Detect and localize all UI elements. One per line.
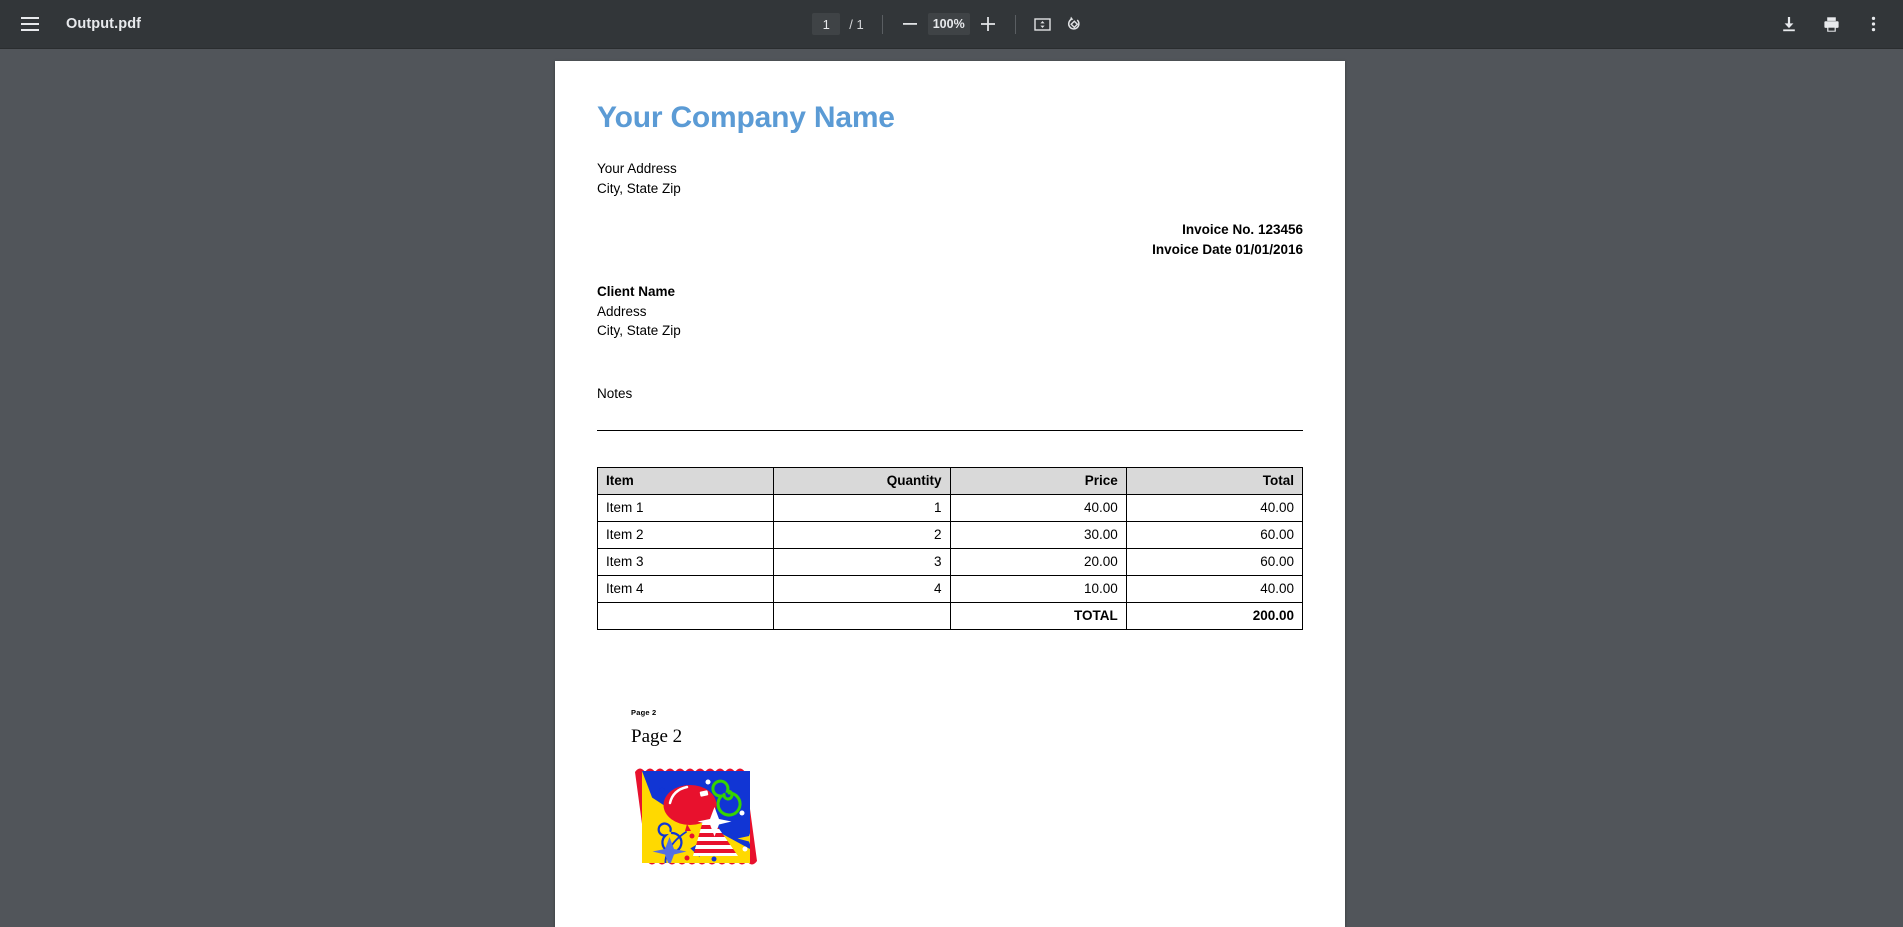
download-icon[interactable] — [1773, 8, 1805, 40]
client-block: Client Name Address City, State Zip — [597, 282, 1303, 341]
pdf-viewer-toolbar: Output.pdf / 1 100% — [0, 0, 1903, 49]
cell-price: 10.00 — [950, 575, 1126, 602]
cell-total-empty-1 — [598, 602, 774, 629]
client-address-line-2: City, State Zip — [597, 321, 1303, 341]
toolbar-right-group — [1773, 8, 1903, 40]
cell-total: 60.00 — [1126, 521, 1302, 548]
cell-quantity: 1 — [774, 494, 950, 521]
invoice-document: Your Company Name Your Address City, Sta… — [555, 61, 1345, 878]
cell-total: 40.00 — [1126, 494, 1302, 521]
table-header-row: Item Quantity Price Total — [598, 467, 1303, 494]
cell-quantity: 4 — [774, 575, 950, 602]
fit-to-page-icon[interactable] — [1027, 8, 1059, 40]
column-header-item: Item — [598, 467, 774, 494]
invoice-table: Item Quantity Price Total Item 1 1 40.00… — [597, 467, 1303, 630]
print-icon[interactable] — [1815, 8, 1847, 40]
table-row: Item 3 3 20.00 60.00 — [598, 548, 1303, 575]
pdf-viewer-canvas[interactable]: Your Company Name Your Address City, Sta… — [0, 49, 1903, 927]
invoice-number: Invoice No. 123456 — [597, 220, 1303, 240]
festive-balloon-clipart — [631, 761, 1303, 878]
page2-heading: Page 2 — [631, 726, 1303, 748]
cell-price: 20.00 — [950, 548, 1126, 575]
hamburger-menu-icon[interactable] — [14, 8, 46, 40]
zoom-level-display[interactable]: 100% — [928, 13, 970, 35]
table-row: Item 1 1 40.00 40.00 — [598, 494, 1303, 521]
toolbar-left-group: Output.pdf — [0, 8, 141, 40]
cell-item: Item 1 — [598, 494, 774, 521]
toolbar-center-group: / 1 100% — [0, 8, 1903, 40]
rotate-counterclockwise-icon[interactable] — [1059, 8, 1091, 40]
company-name: Your Company Name — [597, 101, 1303, 135]
invoice-table-head: Item Quantity Price Total — [598, 467, 1303, 494]
zoom-in-button[interactable] — [972, 8, 1004, 40]
invoice-table-body: Item 1 1 40.00 40.00 Item 2 2 30.00 60.0… — [598, 494, 1303, 629]
page-number-input[interactable] — [812, 13, 840, 35]
company-address-line-2: City, State Zip — [597, 179, 1303, 199]
cell-total: 40.00 — [1126, 575, 1302, 602]
cell-item: Item 2 — [598, 521, 774, 548]
client-name: Client Name — [597, 282, 1303, 302]
cell-item: Item 4 — [598, 575, 774, 602]
document-title: Output.pdf — [66, 16, 141, 32]
table-row: Item 2 2 30.00 60.00 — [598, 521, 1303, 548]
notes-label: Notes — [597, 386, 1303, 401]
cell-price: 30.00 — [950, 521, 1126, 548]
cell-item: Item 3 — [598, 548, 774, 575]
table-row: Item 4 4 10.00 40.00 — [598, 575, 1303, 602]
page2-small-label: Page 2 — [631, 708, 1303, 717]
pdf-page-1: Your Company Name Your Address City, Sta… — [555, 61, 1345, 927]
column-header-quantity: Quantity — [774, 467, 950, 494]
invoice-meta-block: Invoice No. 123456 Invoice Date 01/01/20… — [597, 220, 1303, 259]
page2-section: Page 2 Page 2 — [597, 708, 1303, 878]
toolbar-divider — [882, 15, 883, 34]
cell-total-label: TOTAL — [950, 602, 1126, 629]
column-header-total: Total — [1126, 467, 1302, 494]
cell-quantity: 3 — [774, 548, 950, 575]
column-header-price: Price — [950, 467, 1126, 494]
cell-price: 40.00 — [950, 494, 1126, 521]
cell-total-empty-2 — [774, 602, 950, 629]
company-address-line-1: Your Address — [597, 159, 1303, 179]
toolbar-divider-2 — [1015, 15, 1016, 34]
notes-divider — [597, 430, 1303, 431]
cell-quantity: 2 — [774, 521, 950, 548]
zoom-out-button[interactable] — [894, 8, 926, 40]
cell-total-amount: 200.00 — [1126, 602, 1302, 629]
invoice-date: Invoice Date 01/01/2016 — [597, 240, 1303, 260]
page-count-label: / 1 — [849, 17, 863, 32]
kebab-menu-icon[interactable] — [1857, 8, 1889, 40]
cell-total: 60.00 — [1126, 548, 1302, 575]
table-total-row: TOTAL 200.00 — [598, 602, 1303, 629]
client-address-line-1: Address — [597, 302, 1303, 322]
